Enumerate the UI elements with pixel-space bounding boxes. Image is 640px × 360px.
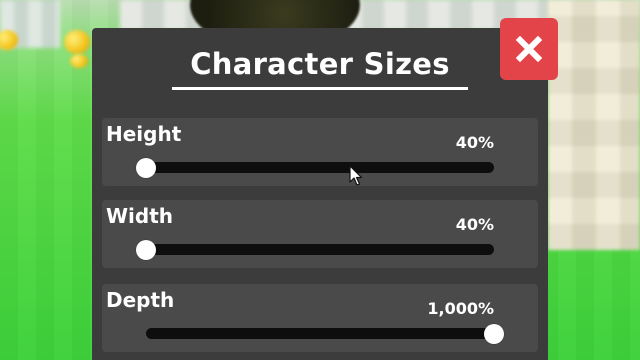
close-icon <box>516 36 542 62</box>
yellow-blob <box>64 30 90 54</box>
dialog-title: Character Sizes <box>190 47 450 81</box>
depth-slider-knob[interactable] <box>484 324 504 344</box>
depth-label: Depth <box>106 288 175 312</box>
width-slider-row: Width 40% <box>102 200 538 268</box>
height-slider-row: Height 40% <box>102 118 538 186</box>
height-slider-knob[interactable] <box>136 158 156 178</box>
width-slider-track[interactable] <box>146 244 494 255</box>
mouse-cursor-icon <box>349 165 363 186</box>
depth-value: 1,000% <box>427 299 494 318</box>
width-label: Width <box>106 204 174 228</box>
height-label: Height <box>106 122 182 146</box>
title-underline <box>172 87 468 90</box>
depth-slider-track[interactable] <box>146 328 494 339</box>
close-button[interactable] <box>500 18 558 80</box>
height-value: 40% <box>455 133 494 152</box>
background-wall-right <box>548 0 640 250</box>
depth-slider-row: Depth 1,000% <box>102 284 538 352</box>
yellow-blob <box>70 54 88 68</box>
width-slider-knob[interactable] <box>136 240 156 260</box>
height-slider-track[interactable] <box>146 162 494 173</box>
width-value: 40% <box>455 215 494 234</box>
